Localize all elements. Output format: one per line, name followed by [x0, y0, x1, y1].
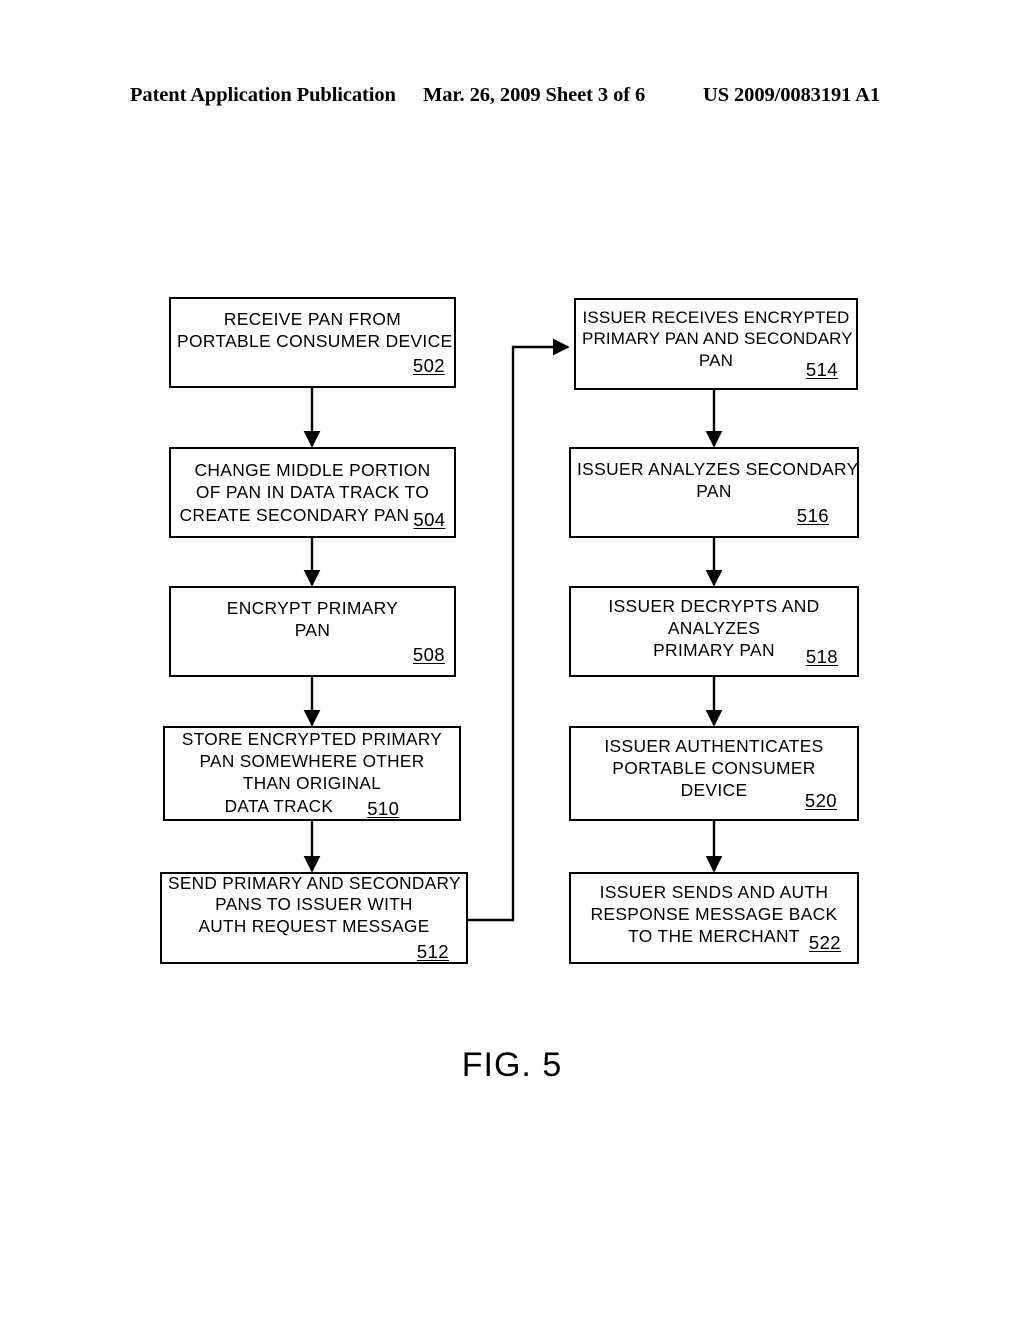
- flow-step-508-ref-row: 508: [174, 643, 451, 666]
- flow-step-504-line-2: OF PAN IN DATA TRACK TO: [195, 481, 430, 502]
- connector-512-514: [468, 338, 570, 922]
- reference-numeral-514: 514: [805, 358, 838, 380]
- reference-numeral-518: 518: [805, 645, 838, 667]
- flow-step-512-line-1: SEND PRIMARY AND SECONDARY: [168, 872, 461, 893]
- flow-step-510-line-1: STORE ENCRYPTED PRIMARY: [181, 728, 443, 749]
- flow-step-510-line-4: DATA TRACK 510: [171, 794, 453, 820]
- flow-step-520: ISSUER AUTHENTICATES PORTABLE CONSUMER D…: [569, 726, 859, 821]
- flow-step-512-ref-row: 512: [157, 940, 471, 963]
- flow-step-504-line-1: CHANGE MIDDLE PORTION: [194, 459, 431, 480]
- flow-step-514-line-1: ISSUER RECEIVES ENCRYPTED: [582, 307, 850, 327]
- reference-numeral-504: 504: [413, 508, 446, 530]
- flow-step-514-line-2: PRIMARY PAN AND SECONDARY: [582, 329, 853, 349]
- flow-step-510-line-4-text: DATA TRACK: [224, 796, 334, 817]
- flow-step-510-line-3: THAN ORIGINAL: [242, 772, 382, 793]
- flow-step-504: CHANGE MIDDLE PORTION OF PAN IN DATA TRA…: [169, 447, 456, 538]
- flow-step-522-line-1: ISSUER SENDS AND AUTH: [599, 882, 829, 903]
- reference-numeral-512: 512: [416, 941, 449, 963]
- flow-step-504-line-3: CREATE SECONDARY PAN 504: [177, 503, 448, 530]
- flow-step-520-ref-row: 520: [563, 789, 865, 812]
- flow-step-514-ref-row: 514: [570, 358, 862, 381]
- flow-step-518-line-2: ANALYZES: [667, 617, 761, 638]
- flow-step-516-ref-row: 516: [555, 504, 873, 527]
- flow-step-516-text: ISSUER ANALYZES SECONDARY PAN: [577, 458, 859, 502]
- flow-step-516: ISSUER ANALYZES SECONDARY PAN 516: [569, 447, 859, 538]
- flow-step-522: ISSUER SENDS AND AUTH RESPONSE MESSAGE B…: [569, 872, 859, 964]
- flowchart-figure: RECEIVE PAN FROM PORTABLE CONSUMER DEVIC…: [0, 0, 1024, 1320]
- flow-step-504-line-3-text: CREATE SECONDARY PAN: [179, 504, 410, 525]
- flow-step-508-text: ENCRYPT PRIMARY PAN: [177, 597, 448, 641]
- reference-numeral-508: 508: [412, 643, 445, 665]
- flow-step-512: SEND PRIMARY AND SECONDARY PANS TO ISSUE…: [160, 872, 468, 964]
- flow-step-502-ref-row: 502: [174, 354, 451, 377]
- flow-step-512-text: SEND PRIMARY AND SECONDARY PANS TO ISSUE…: [168, 873, 460, 939]
- flow-step-518: ISSUER DECRYPTS AND ANALYZES PRIMARY PAN…: [569, 586, 859, 677]
- flow-step-512-line-2: PANS TO ISSUER WITH: [215, 894, 413, 915]
- flow-step-508-line-1: ENCRYPT PRIMARY: [226, 597, 399, 618]
- flow-step-510-text: STORE ENCRYPTED PRIMARY PAN SOMEWHERE OT…: [171, 728, 453, 820]
- reference-numeral-520: 520: [804, 789, 837, 811]
- flow-step-516-line-2: PAN: [696, 480, 732, 501]
- flow-step-510: STORE ENCRYPTED PRIMARY PAN SOMEWHERE OT…: [163, 726, 461, 821]
- flow-step-518-ref-row: 518: [564, 645, 864, 668]
- reference-numeral-502: 502: [412, 354, 445, 376]
- flow-step-510-line-2: PAN SOMEWHERE OTHER: [199, 750, 425, 771]
- flow-step-520-line-2: PORTABLE CONSUMER: [612, 757, 816, 778]
- flowchart-connectors: [303, 338, 723, 922]
- flow-step-516-line-1: ISSUER ANALYZES SECONDARY: [577, 458, 859, 479]
- flow-step-502: RECEIVE PAN FROM PORTABLE CONSUMER DEVIC…: [169, 297, 456, 388]
- flow-step-508: ENCRYPT PRIMARY PAN 508: [169, 586, 456, 677]
- reference-numeral-522: 522: [808, 932, 841, 954]
- flow-step-508-line-2: PAN: [294, 619, 331, 640]
- flow-step-522-line-2: RESPONSE MESSAGE BACK: [590, 904, 838, 925]
- reference-numeral-516: 516: [796, 504, 829, 526]
- flow-step-502-line-2: PORTABLE CONSUMER DEVICE: [177, 330, 453, 351]
- figure-caption: FIG. 5: [461, 1046, 563, 1084]
- flow-step-504-text: CHANGE MIDDLE PORTION OF PAN IN DATA TRA…: [177, 459, 448, 530]
- flow-step-512-line-3: AUTH REQUEST MESSAGE: [198, 916, 430, 937]
- flow-step-514: ISSUER RECEIVES ENCRYPTED PRIMARY PAN AN…: [574, 298, 858, 390]
- reference-numeral-510: 510: [367, 798, 400, 820]
- flow-step-518-line-1: ISSUER DECRYPTS AND: [608, 595, 820, 616]
- flow-step-520-line-1: ISSUER AUTHENTICATES: [604, 735, 824, 756]
- flow-step-502-line-1: RECEIVE PAN FROM: [223, 308, 402, 329]
- flow-step-522-ref-row: 522: [567, 931, 861, 954]
- flow-step-502-text: RECEIVE PAN FROM PORTABLE CONSUMER DEVIC…: [177, 308, 453, 352]
